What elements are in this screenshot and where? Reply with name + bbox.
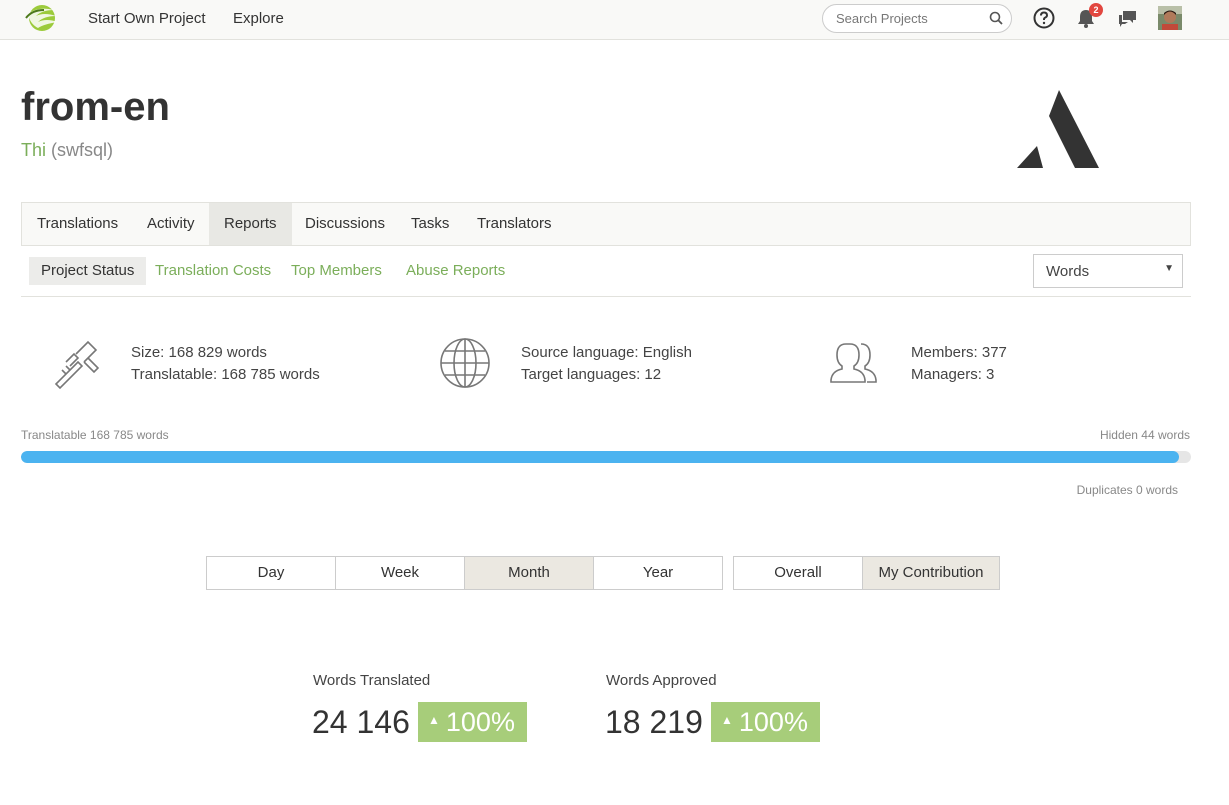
project-size: Size: 168 829 words (131, 344, 267, 361)
unit-select-value: Words (1046, 263, 1090, 280)
managers-count: Managers: 3 (911, 366, 995, 383)
search-input[interactable] (836, 11, 986, 26)
subtab-abuse-reports[interactable]: Abuse Reports (394, 257, 517, 285)
words-translated-change: 100% (445, 707, 515, 737)
target-languages: Target languages: 12 (521, 366, 662, 383)
tab-activity[interactable]: Activity (132, 203, 210, 245)
arrow-up-icon: ▲ (428, 712, 440, 727)
period-day-button[interactable]: Day (206, 556, 336, 590)
project-title: from-en (21, 85, 170, 129)
words-translated-label: Words Translated (313, 672, 431, 689)
members-icon (830, 343, 877, 383)
tab-discussions[interactable]: Discussions (290, 203, 400, 245)
user-avatar[interactable] (1158, 6, 1182, 30)
notifications-count-badge: 2 (1089, 3, 1103, 17)
owner-handle: (swfsql) (51, 140, 114, 160)
members-count: Members: 377 (911, 344, 1007, 361)
translatable-size: Translatable: 168 785 words (131, 366, 320, 383)
chevron-down-icon: ▼ (1164, 263, 1174, 274)
words-translated-value: 24 146 (312, 704, 410, 740)
explore-link[interactable]: Explore (233, 10, 284, 27)
report-sub-tabs: Project Status Translation Costs Top Mem… (21, 254, 1191, 297)
project-owner: Thi (swfsql) (21, 140, 113, 161)
period-month-button[interactable]: Month (464, 556, 594, 590)
messages-icon[interactable] (1117, 7, 1139, 29)
start-own-project-link[interactable]: Start Own Project (88, 10, 206, 27)
source-language: Source language: English (521, 344, 692, 361)
main-tabs: Translations Activity Reports Discussion… (21, 202, 1191, 246)
globe-icon (440, 338, 490, 388)
words-translated-change-badge: ▲ 100% (418, 702, 527, 742)
help-icon[interactable] (1033, 7, 1055, 29)
duplicates-label: Duplicates 0 words (1076, 483, 1178, 497)
unit-select[interactable]: Words ▼ (1033, 254, 1183, 288)
translation-progress-bar (21, 451, 1191, 463)
app-logo-icon[interactable] (22, 4, 62, 32)
top-navigation: Start Own Project Explore 2 (0, 0, 1229, 40)
hidden-words-label: Hidden 44 words (1099, 428, 1190, 442)
tab-reports[interactable]: Reports (209, 203, 292, 245)
subtab-top-members[interactable]: Top Members (279, 257, 394, 285)
period-year-button[interactable]: Year (593, 556, 723, 590)
owner-name-link[interactable]: Thi (21, 140, 46, 160)
arrow-up-icon: ▲ (721, 712, 733, 727)
progress-fill (21, 451, 1180, 463)
words-approved-label: Words Approved (606, 672, 717, 689)
scope-overall-button[interactable]: Overall (733, 556, 863, 590)
search-box (822, 4, 1012, 33)
words-approved-value: 18 219 (605, 704, 703, 740)
subtab-translation-costs[interactable]: Translation Costs (143, 257, 283, 285)
caliper-icon (54, 340, 100, 390)
scope-my-contribution-button[interactable]: My Contribution (862, 556, 1000, 590)
project-logo-icon (1017, 90, 1099, 168)
words-approved-change-badge: ▲ 100% (711, 702, 820, 742)
avatar-image-icon (1158, 6, 1182, 30)
subtab-project-status[interactable]: Project Status (29, 257, 147, 285)
search-icon[interactable] (989, 11, 1003, 25)
tab-tasks[interactable]: Tasks (396, 203, 464, 245)
tab-translations[interactable]: Translations (22, 203, 133, 245)
words-approved-change: 100% (738, 707, 808, 737)
translatable-progress-label: Translatable 168 785 words (21, 428, 169, 442)
period-week-button[interactable]: Week (335, 556, 465, 590)
tab-translators[interactable]: Translators (462, 203, 566, 245)
